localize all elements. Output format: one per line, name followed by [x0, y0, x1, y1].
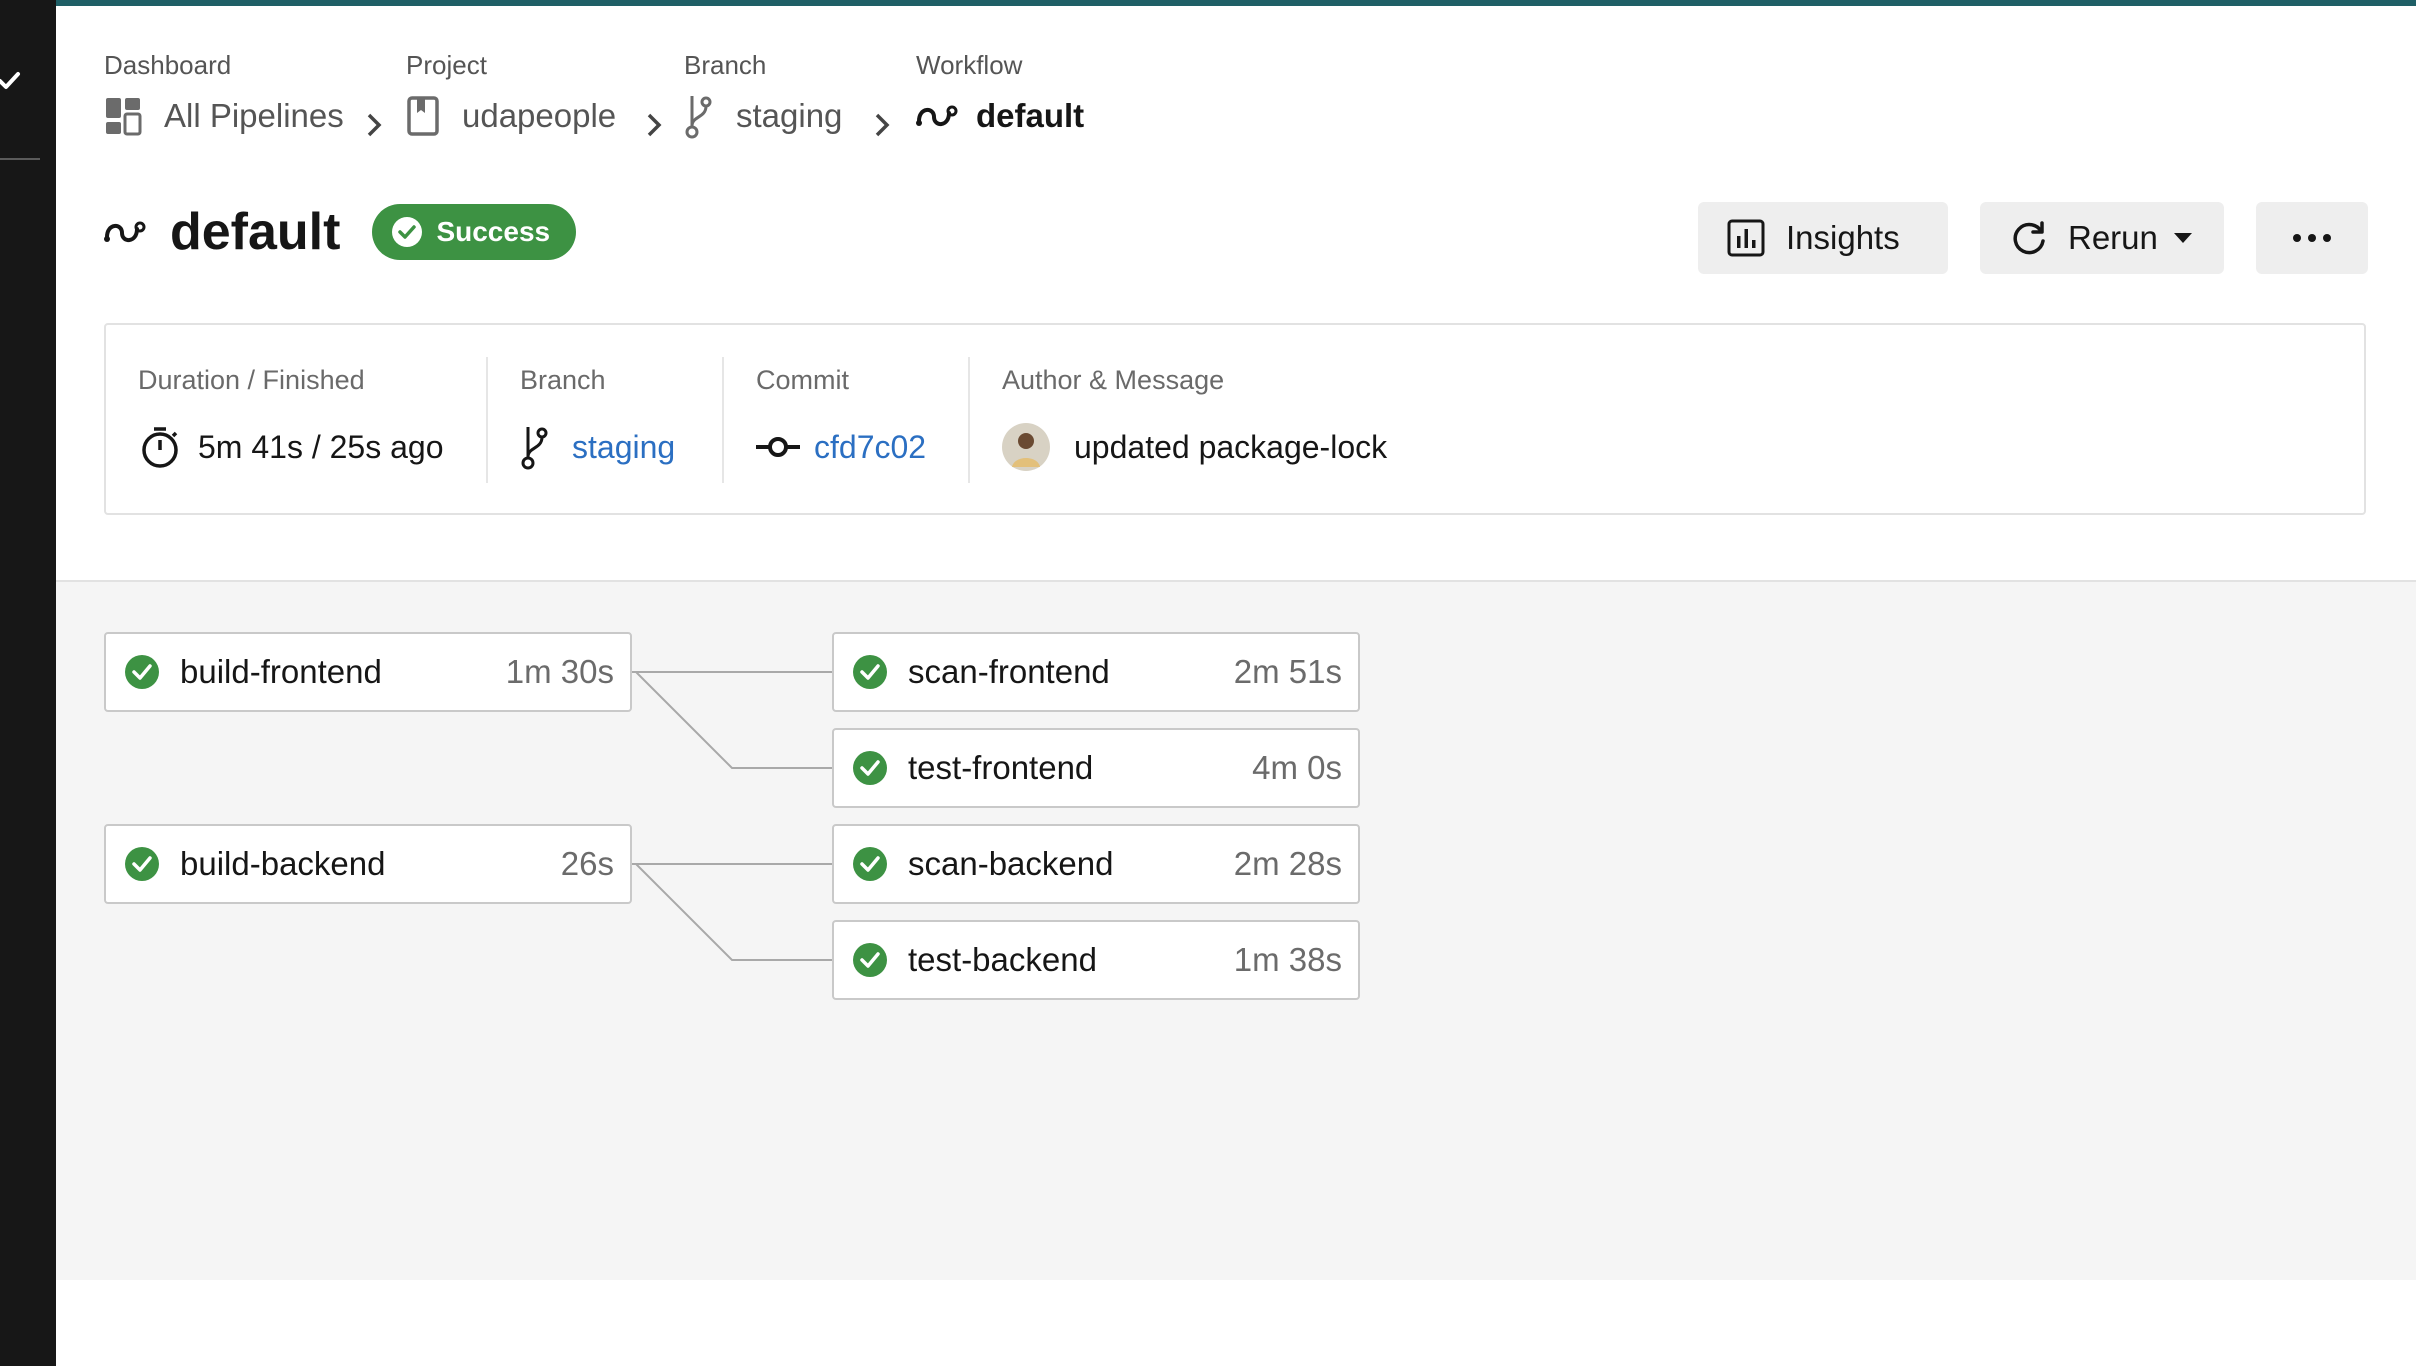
job-duration: 1m 30s: [505, 653, 614, 690]
check-icon[interactable]: [0, 66, 22, 94]
chevron-right-icon: [875, 113, 890, 137]
duration-cell: Duration / Finished 5m 41s / 25s ago: [138, 325, 538, 513]
job-name: scan-backend: [908, 845, 1114, 882]
success-icon: [853, 751, 887, 785]
success-icon: [853, 655, 887, 689]
branch-icon: [521, 427, 548, 470]
job-name: test-backend: [908, 941, 1097, 978]
breadcrumb-label: Dashboard: [104, 50, 232, 80]
breadcrumb-dashboard[interactable]: Dashboard All Pipelines: [104, 50, 344, 146]
breadcrumb-value[interactable]: udapeople: [462, 97, 616, 135]
job-name: scan-frontend: [908, 653, 1110, 690]
sidebar-divider: [0, 158, 40, 160]
divider: [486, 357, 488, 483]
chart-icon: [1727, 219, 1765, 257]
breadcrumb-label: Workflow: [916, 50, 1023, 80]
project-icon: [407, 96, 439, 136]
job-duration: 2m 28s: [1233, 845, 1342, 882]
commit-link[interactable]: cfd7c02: [814, 429, 926, 466]
commit-icon: [756, 437, 800, 457]
breadcrumb-value: default: [976, 97, 1085, 134]
author-label: Author & Message: [1002, 365, 1225, 395]
branch-label: Branch: [520, 365, 606, 395]
workflow-graph: build-frontend 1m 30s scan-frontend 2m 5…: [56, 580, 2416, 1280]
more-horizontal-icon: [2293, 234, 2331, 242]
insights-button[interactable]: Insights: [1698, 202, 1948, 274]
divider: [722, 357, 724, 483]
commit-cell: Commit cfd7c02: [756, 325, 956, 513]
workflow-icon: [916, 105, 958, 126]
breadcrumb-workflow[interactable]: Workflow default: [916, 50, 1084, 146]
top-accent-bar: [0, 0, 2416, 6]
divider: [968, 357, 970, 483]
commit-message: updated package-lock: [1074, 428, 1388, 465]
success-icon: [125, 847, 159, 881]
branch-cell: Branch staging: [520, 325, 720, 513]
rerun-button[interactable]: Rerun: [1980, 202, 2224, 274]
job-test-frontend[interactable]: test-frontend 4m 0s: [832, 728, 1360, 808]
check-circle-icon: [392, 217, 423, 247]
duration-label: Duration / Finished: [138, 365, 365, 395]
job-scan-frontend[interactable]: scan-frontend 2m 51s: [832, 632, 1360, 712]
breadcrumb-branch[interactable]: Branch staging: [684, 50, 842, 146]
chevron-right-icon: [367, 113, 382, 137]
job-name: test-frontend: [908, 749, 1094, 786]
insights-label: Insights: [1786, 219, 1900, 256]
job-test-backend[interactable]: test-backend 1m 38s: [832, 920, 1360, 1000]
workflow-header: default Success: [104, 202, 577, 262]
job-duration: 1m 38s: [1233, 941, 1342, 978]
author-cell: Author & Message updated package-lock: [1002, 325, 2002, 513]
job-duration: 2m 51s: [1233, 653, 1342, 690]
status-badge: Success: [372, 204, 577, 260]
job-scan-backend[interactable]: scan-backend 2m 28s: [832, 824, 1360, 904]
job-duration: 4m 0s: [1252, 749, 1342, 786]
success-icon: [853, 943, 887, 977]
sidebar: [0, 0, 56, 1366]
refresh-icon: [2013, 221, 2045, 255]
job-build-backend[interactable]: build-backend 26s: [104, 824, 632, 904]
job-name: build-frontend: [180, 653, 382, 690]
branch-link[interactable]: staging: [572, 429, 675, 466]
breadcrumb-label: Project: [406, 50, 487, 80]
workflow-icon: [104, 221, 146, 242]
breadcrumb-label: Branch: [684, 50, 767, 80]
stopwatch-icon: [142, 427, 178, 468]
dashboard-icon: [106, 98, 142, 136]
success-icon: [125, 655, 159, 689]
status-text: Success: [436, 216, 551, 247]
rerun-label: Rerun: [2068, 219, 2158, 256]
duration-value: 5m 41s / 25s ago: [198, 428, 444, 465]
breadcrumb-value[interactable]: staging: [736, 97, 842, 135]
success-icon: [853, 847, 887, 881]
branch-icon: [685, 96, 712, 139]
job-duration: 26s: [560, 845, 614, 882]
commit-label: Commit: [756, 365, 849, 395]
workflow-summary: Duration / Finished 5m 41s / 25s ago Bra…: [104, 323, 2366, 515]
page-title: default: [170, 203, 341, 261]
more-options-button[interactable]: [2256, 202, 2368, 274]
job-build-frontend[interactable]: build-frontend 1m 30s: [104, 632, 632, 712]
job-name: build-backend: [180, 845, 386, 882]
caret-down-icon: [2173, 233, 2192, 243]
breadcrumb-value[interactable]: All Pipelines: [164, 97, 344, 135]
avatar[interactable]: [1002, 423, 1050, 471]
breadcrumb-project[interactable]: Project udapeople: [406, 50, 616, 146]
chevron-right-icon: [647, 113, 662, 137]
